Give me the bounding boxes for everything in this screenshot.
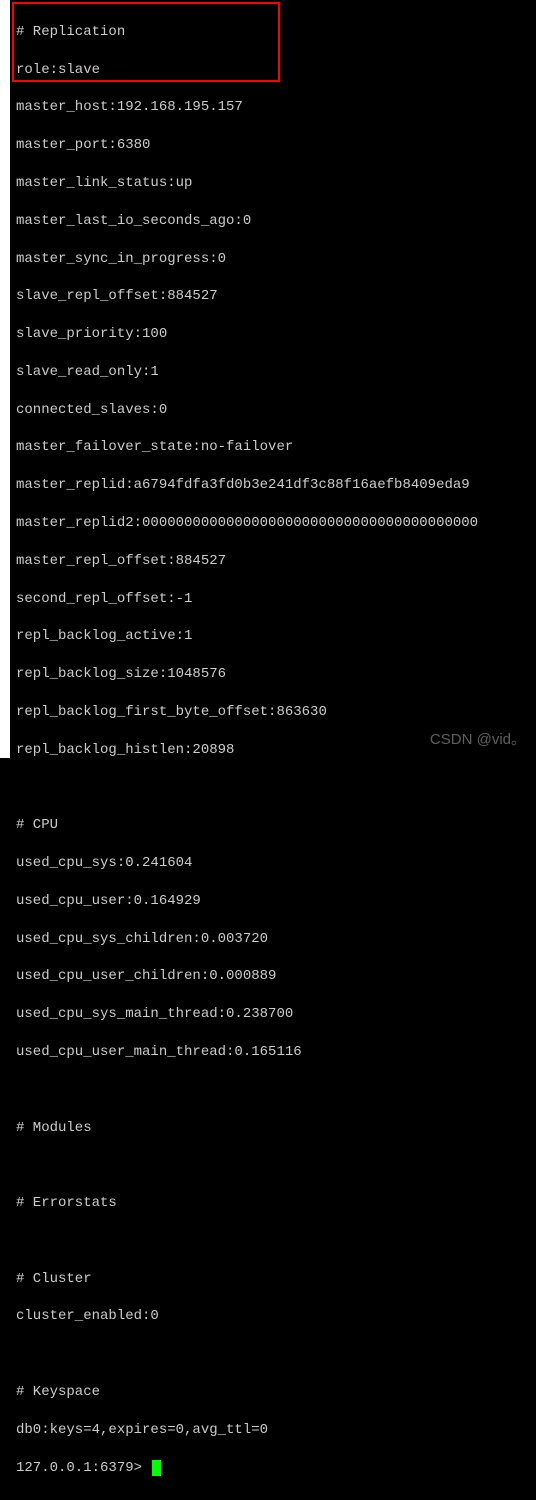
cpu-user-line: used_cpu_user:0.164929 bbox=[16, 892, 536, 911]
master-host-line: master_host:192.168.195.157 bbox=[16, 98, 536, 117]
cpu-user-children-line: used_cpu_user_children:0.000889 bbox=[16, 967, 536, 986]
blank-line bbox=[16, 1345, 536, 1364]
master-link-status-line: master_link_status:up bbox=[16, 174, 536, 193]
repl-backlog-active-line: repl_backlog_active:1 bbox=[16, 627, 536, 646]
cluster-header: # Cluster bbox=[16, 1270, 536, 1289]
cluster-enabled-line: cluster_enabled:0 bbox=[16, 1307, 536, 1326]
master-replid2-line: master_replid2:0000000000000000000000000… bbox=[16, 514, 536, 533]
master-repl-offset-line: master_repl_offset:884527 bbox=[16, 552, 536, 571]
blank-line bbox=[16, 1156, 536, 1175]
replication-header: # Replication bbox=[16, 23, 536, 42]
connected-slaves-line: connected_slaves:0 bbox=[16, 401, 536, 420]
master-failover-line: master_failover_state:no-failover bbox=[16, 438, 536, 457]
keyspace-header: # Keyspace bbox=[16, 1383, 536, 1402]
blank-line bbox=[16, 1232, 536, 1251]
slave-priority-line: slave_priority:100 bbox=[16, 325, 536, 344]
master-sync-line: master_sync_in_progress:0 bbox=[16, 250, 536, 269]
repl-backlog-first-byte-line: repl_backlog_first_byte_offset:863630 bbox=[16, 703, 536, 722]
terminal-output[interactable]: # Replication role:slave master_host:192… bbox=[0, 0, 536, 1500]
cpu-sys-main-line: used_cpu_sys_main_thread:0.238700 bbox=[16, 1005, 536, 1024]
repl-backlog-size-line: repl_backlog_size:1048576 bbox=[16, 665, 536, 684]
slave-read-only-line: slave_read_only:1 bbox=[16, 363, 536, 382]
cursor-icon bbox=[152, 1460, 161, 1476]
prompt-line[interactable]: 127.0.0.1:6379> bbox=[16, 1459, 536, 1478]
prompt-text: 127.0.0.1:6379> bbox=[16, 1459, 150, 1478]
cpu-header: # CPU bbox=[16, 816, 536, 835]
master-last-io-line: master_last_io_seconds_ago:0 bbox=[16, 212, 536, 231]
role-line: role:slave bbox=[16, 61, 536, 80]
cpu-sys-line: used_cpu_sys:0.241604 bbox=[16, 854, 536, 873]
blank-line bbox=[16, 1081, 536, 1100]
modules-header: # Modules bbox=[16, 1119, 536, 1138]
blank-line bbox=[16, 779, 536, 798]
master-replid-line: master_replid:a6794fdfa3fd0b3e241df3c88f… bbox=[16, 476, 536, 495]
second-repl-offset-line: second_repl_offset:-1 bbox=[16, 590, 536, 609]
master-port-line: master_port:6380 bbox=[16, 136, 536, 155]
errorstats-header: # Errorstats bbox=[16, 1194, 536, 1213]
watermark-text: CSDN @vid。 bbox=[430, 730, 526, 750]
slave-repl-offset-line: slave_repl_offset:884527 bbox=[16, 287, 536, 306]
cpu-user-main-line: used_cpu_user_main_thread:0.165116 bbox=[16, 1043, 536, 1062]
cpu-sys-children-line: used_cpu_sys_children:0.003720 bbox=[16, 930, 536, 949]
left-margin bbox=[0, 0, 10, 758]
db0-line: db0:keys=4,expires=0,avg_ttl=0 bbox=[16, 1421, 536, 1440]
